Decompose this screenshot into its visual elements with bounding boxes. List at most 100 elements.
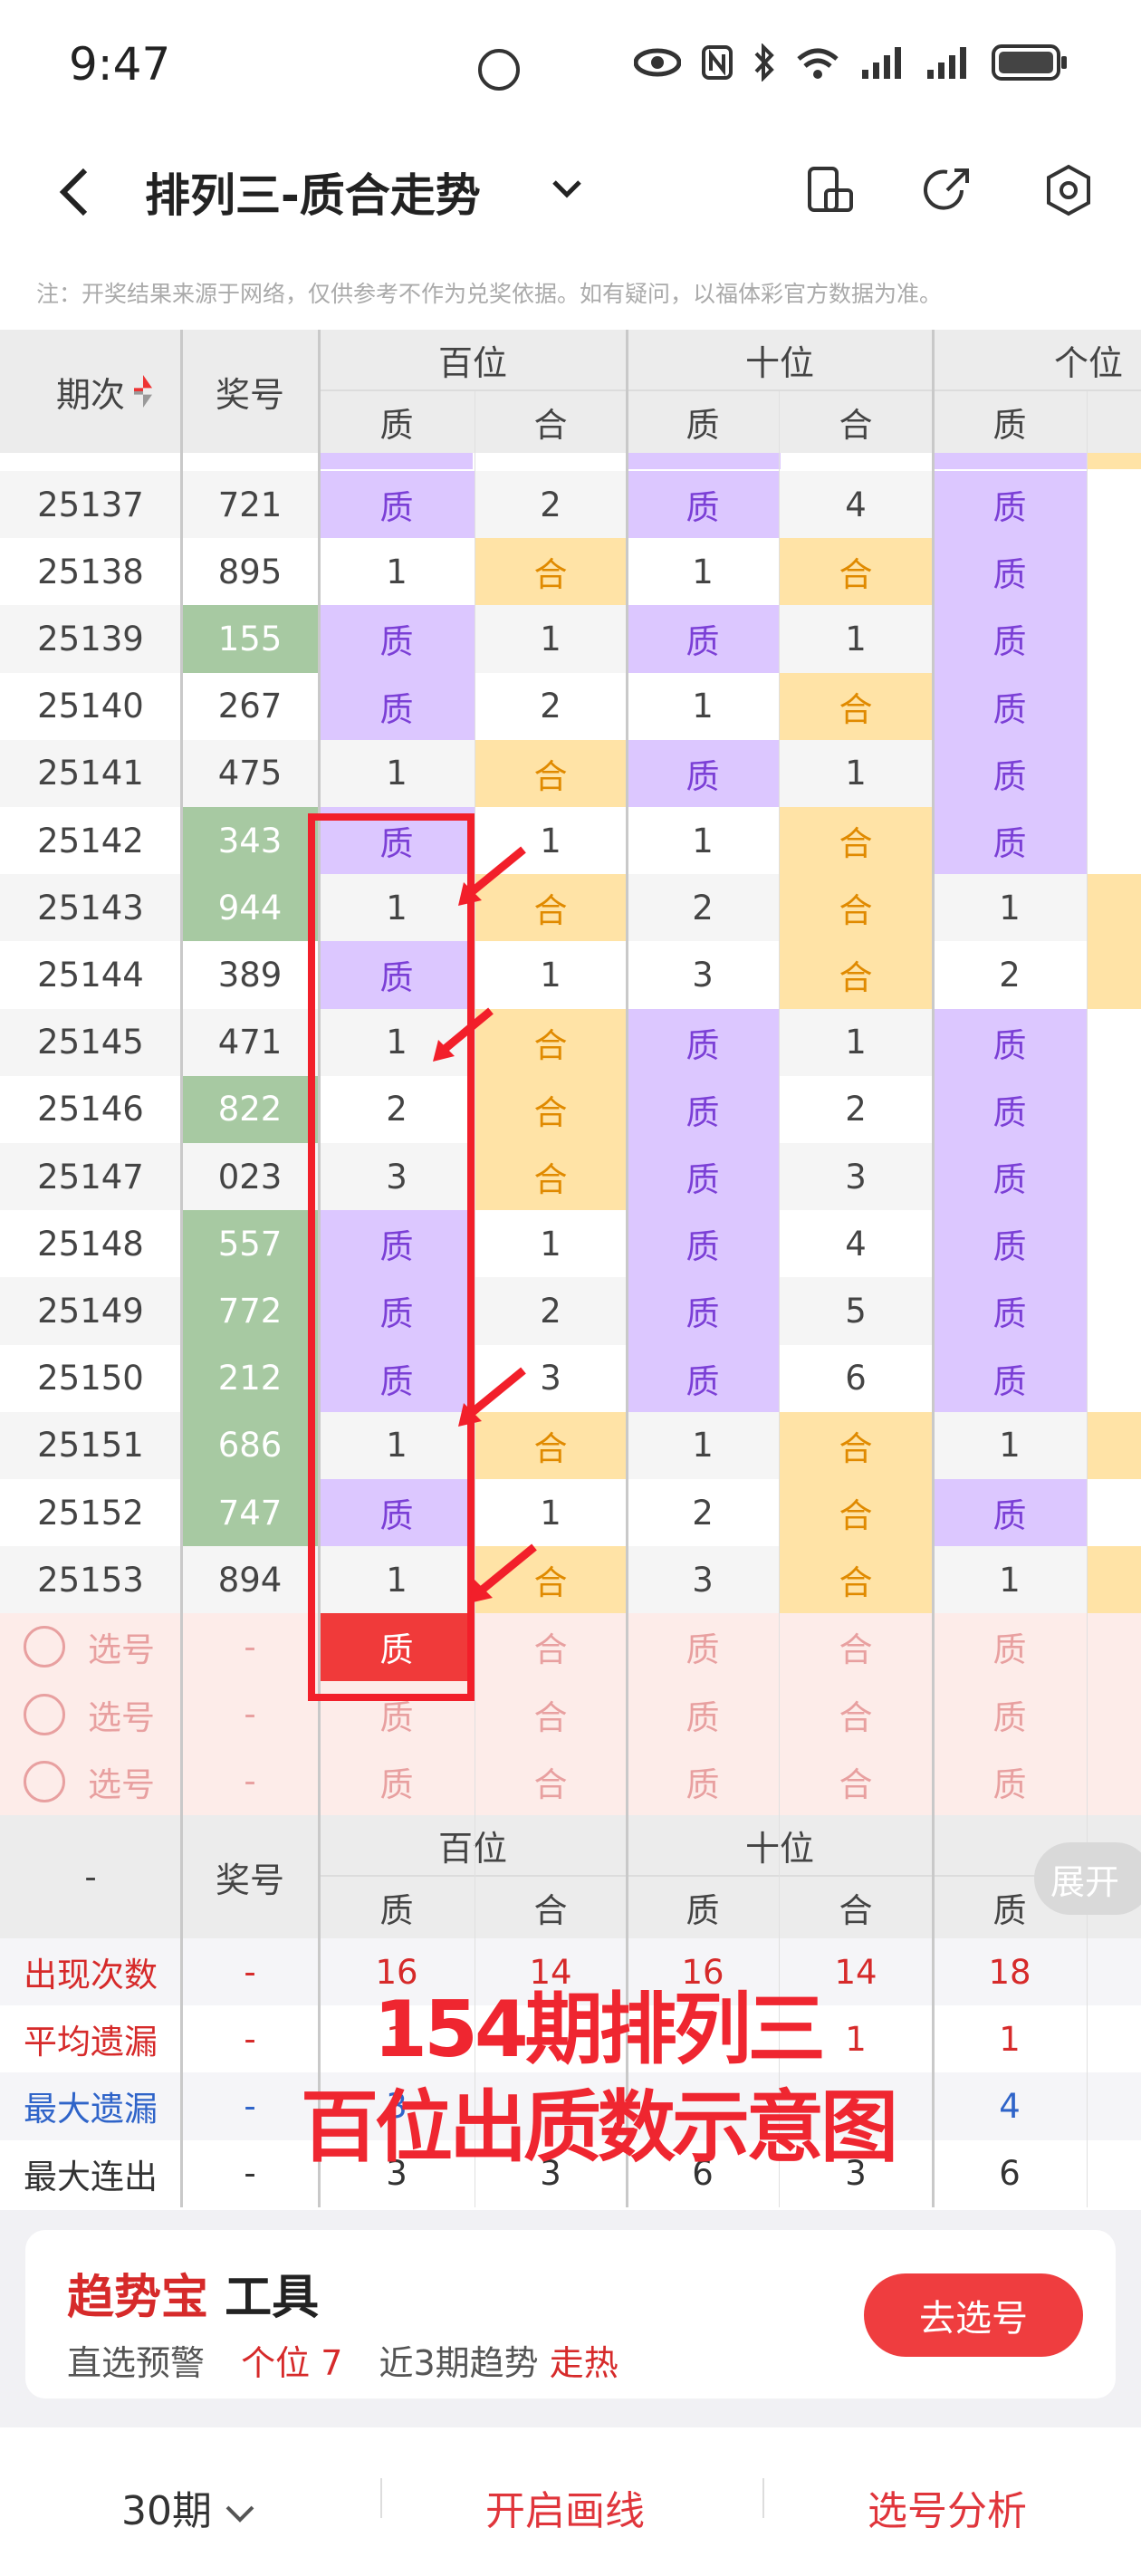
hd-icon [478,49,520,91]
column-divider-thin [779,391,780,2207]
pick-cell[interactable]: 质 [933,1748,1087,1815]
radio-circle-icon[interactable] [24,1693,65,1735]
period-cell: 25138 [37,552,144,591]
period-cell: 25149 [37,1291,144,1331]
tool-line-b: 个位 7 [241,2343,343,2383]
trend-cell: 质 [627,1008,779,1076]
trend-cell-partial [1087,1546,1141,1614]
pick-label[interactable]: 选号 [76,1748,167,1815]
number-cell: 471 [217,1023,283,1062]
trend-cell-partial [1087,1411,1141,1479]
trend-cell: 质 [933,807,1087,875]
radio-circle-icon[interactable] [24,1760,65,1802]
trend-cell: 合 [779,1479,933,1547]
tool-card[interactable]: 趋势宝 工具 直选预警 个位 7 近3期趋势 走热 去选号 [25,2230,1116,2398]
number-cell: 944 [181,874,319,942]
pick-cell[interactable]: 质 [319,1748,475,1815]
settings-button[interactable] [1041,163,1096,217]
trend-cell: 2 [540,1291,561,1331]
pick-cell[interactable]: 质 [627,1681,779,1748]
trend-cell: 2 [540,485,561,524]
pick-cell[interactable]: 合 [779,1613,933,1680]
trend-cell: 1 [845,1023,867,1062]
pick-cell[interactable]: 质 [933,1613,1087,1680]
pick-cell[interactable]: 合 [475,1681,627,1748]
trend-cell: 1 [540,1493,561,1533]
trend-cell-partial [1087,1075,1141,1143]
number-cell: 212 [181,1344,319,1412]
title-dropdown-button[interactable] [551,172,583,205]
pick-analysis-button[interactable]: 选号分析 [868,2478,1027,2536]
stats-sub-header: 质 [379,1891,414,1930]
pick-cell[interactable]: 质 [627,1613,779,1680]
page-title[interactable]: 排列三-质合走势 [145,159,481,225]
period-label: 30期 [121,2488,212,2534]
period-cell: 25151 [37,1426,144,1466]
sub-header: 质 [992,406,1027,445]
share-button[interactable] [920,163,974,217]
red-arrow-icon [458,1367,526,1427]
highlight-box [308,813,475,1701]
group-header: 个位 [1053,342,1123,383]
landscape-button[interactable] [802,163,857,217]
number-cell: 772 [181,1277,319,1345]
trend-cell-partial [1087,941,1141,1009]
pick-cell[interactable]: 合 [779,1748,933,1815]
row-stripe [627,453,781,469]
column-divider [180,330,183,2207]
red-arrow-icon [458,846,526,906]
pick-cell[interactable]: 合 [475,1748,627,1815]
draw-lines-button[interactable]: 开启画线 [485,2478,645,2536]
trend-cell-partial [1087,605,1141,673]
back-button[interactable] [56,165,92,219]
pick-cell[interactable]: 合 [779,1681,933,1748]
share-icon [924,168,969,210]
pick-dash: - [244,1695,256,1735]
trend-cell: 质 [627,471,779,539]
period-column-header[interactable]: 期次 [0,330,181,453]
go-pick-button[interactable]: 去选号 [864,2273,1083,2357]
trend-cell: 4 [845,485,867,524]
group-header: 十位 [744,342,814,383]
stats-group-header: 百位 [437,1828,507,1869]
app-root: 9:47 排列三-质合走势 注：开奖结果来源于网络，仅供参考不作为兑奖依据。如有… [0,0,1141,2576]
period-selector[interactable]: 30期 [121,2478,255,2536]
trend-cell: 质 [933,739,1087,807]
pick-dash: - [244,1762,256,1802]
tool-card-info: 直选预警 个位 7 近3期趋势 走热 [67,2335,618,2385]
trend-cell: 2 [692,888,714,928]
sub-header: 合 [533,406,568,445]
trend-cell-partial [1087,1143,1141,1211]
trend-cell: 质 [933,672,1087,740]
expand-button[interactable]: 展开 [1034,1842,1141,1915]
pick-cell[interactable]: 质 [627,1748,779,1815]
app-header: 排列三-质合走势 [0,136,1141,245]
number-cell: 343 [181,807,319,875]
row-stripe [933,453,1087,469]
number-cell: 155 [181,605,319,673]
trend-cell: 1 [540,955,561,995]
pick-cell[interactable]: 合 [475,1613,627,1680]
period-cell: 25148 [37,1224,144,1264]
pick-label[interactable]: 选号 [76,1613,167,1680]
number-cell: 023 [217,1157,283,1197]
period-cell: 25147 [37,1157,144,1197]
trend-cell: 质 [933,1075,1087,1143]
pick-cell[interactable]: 质 [933,1681,1087,1748]
chevron-left-icon [59,168,88,216]
trend-cell: 1 [540,619,561,658]
number-cell: 747 [181,1479,319,1547]
number-cell: 721 [217,485,283,524]
sub-header: 质 [686,406,720,445]
number-cell: 895 [217,552,283,591]
pick-label[interactable]: 选号 [76,1681,167,1748]
trend-cell: 质 [627,1277,779,1345]
tool-suffix: 工具 [225,2271,320,2325]
trend-cell: 1 [999,1426,1021,1466]
trend-cell: 质 [627,1344,779,1412]
divider [380,2478,382,2518]
period-cell: 25150 [37,1359,144,1399]
trend-cell-partial [1087,1210,1141,1278]
trend-cell: 质 [319,471,475,539]
trend-cell: 合 [475,1075,627,1143]
